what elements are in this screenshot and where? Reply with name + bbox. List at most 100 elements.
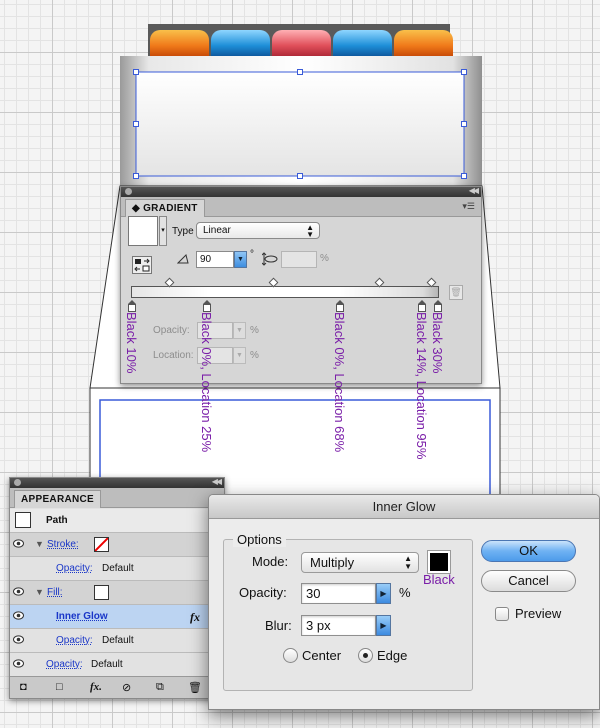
gradient-swatch-menu[interactable]: ▾	[159, 216, 167, 246]
inner-glow-dialog: Inner Glow Options Mode: Multiply ▲ ▼ Bla…	[208, 494, 600, 710]
blur-input[interactable]: 3 px	[301, 615, 376, 636]
opacity-input[interactable]: 30	[301, 583, 376, 604]
gradient-stop-3[interactable]	[336, 300, 344, 312]
stop-opacity-dropdown[interactable]: ▼	[233, 322, 246, 339]
preview-label[interactable]: Preview	[515, 606, 561, 621]
eye-icon[interactable]	[13, 611, 24, 620]
eye-icon[interactable]	[13, 587, 24, 596]
trash-icon[interactable]: 🗑	[188, 681, 202, 694]
gradient-swatch[interactable]	[128, 216, 158, 246]
angle-value: 90	[200, 254, 212, 265]
gradient-type-value: Linear	[203, 225, 231, 236]
close-panel-icon[interactable]	[125, 188, 132, 195]
gradient-type-select[interactable]: Linear ▲ ▼	[196, 222, 320, 239]
panel-menu-icon[interactable]: ▾☰	[462, 201, 475, 212]
fill-row[interactable]: ▼ Fill:	[10, 581, 224, 605]
fill-opacity-row[interactable]: Opacity: Default	[10, 629, 224, 653]
selection-handle-mr[interactable]	[461, 121, 467, 127]
collapse-panel-icon[interactable]: ◀◀	[469, 186, 479, 195]
stop-location-dropdown[interactable]: ▼	[233, 347, 246, 364]
mode-label: Mode:	[252, 554, 289, 569]
color-tab-orange	[150, 30, 209, 56]
selection-handle-ml[interactable]	[133, 121, 139, 127]
object-opacity-row[interactable]: Opacity: Default	[10, 653, 224, 677]
close-panel-icon[interactable]	[14, 479, 21, 486]
disclosure-triangle-icon[interactable]: ▼	[35, 587, 44, 597]
object-opacity-value: Default	[91, 659, 123, 670]
object-name: Path	[46, 515, 68, 526]
fill-opacity-label[interactable]: Opacity:	[56, 635, 93, 646]
add-new-stroke-icon[interactable]: ◘	[20, 681, 27, 693]
selection-handle-bm[interactable]	[297, 173, 303, 179]
ok-button[interactable]: OK	[481, 540, 576, 562]
inner-glow-row[interactable]: Inner Glow fx	[10, 605, 224, 629]
angle-icon	[177, 254, 189, 264]
eye-icon[interactable]	[13, 635, 24, 644]
inner-glow-label[interactable]: Inner Glow	[56, 611, 108, 622]
gradient-stop-2[interactable]	[203, 300, 211, 312]
disclosure-triangle-icon[interactable]: ▼	[35, 539, 44, 549]
blur-dropdown[interactable]: ▶	[376, 615, 391, 636]
glow-color-swatch[interactable]	[427, 550, 451, 574]
fill-swatch[interactable]	[94, 585, 109, 600]
edge-radio[interactable]	[358, 648, 373, 663]
fx-icon[interactable]: fx	[190, 610, 200, 625]
stroke-opacity-label[interactable]: Opacity:	[56, 563, 93, 574]
collapse-panel-icon[interactable]: ◀◀	[212, 477, 222, 486]
angle-dropdown[interactable]: ▼	[234, 251, 247, 268]
eye-icon[interactable]	[13, 539, 24, 548]
color-annotation: Black	[423, 572, 455, 587]
stroke-opacity-row[interactable]: Opacity: Default	[10, 557, 224, 581]
color-tab-blue-2	[333, 30, 392, 56]
tab-appearance[interactable]: APPEARANCE	[14, 490, 102, 508]
aspect-ratio-input[interactable]	[281, 251, 317, 268]
gradient-stop-5[interactable]	[434, 300, 442, 312]
mode-select[interactable]: Multiply ▲ ▼	[301, 552, 419, 573]
color-tab-red	[272, 30, 331, 56]
opacity-label: Opacity:	[239, 585, 287, 600]
dialog-title[interactable]: Inner Glow	[209, 495, 599, 519]
object-thumbnail	[15, 512, 31, 528]
stop-annotation-1: Black 10%	[124, 312, 139, 374]
stroke-row[interactable]: ▼ Stroke:	[10, 533, 224, 557]
opacity-dropdown[interactable]: ▶	[376, 583, 391, 604]
color-tab-blue	[211, 30, 270, 56]
appearance-panel-titlebar[interactable]: ◀◀	[10, 477, 224, 488]
clear-icon[interactable]: ⊘	[122, 681, 131, 694]
center-label[interactable]: Center	[302, 648, 341, 663]
stop-annotation-2: Black 0%, Location 25%	[199, 312, 214, 453]
duplicate-icon[interactable]: ⧉	[156, 681, 164, 694]
no-color-icon[interactable]	[94, 537, 109, 552]
gradient-slider-bar[interactable]	[131, 286, 439, 298]
delete-stop-icon[interactable]: 🗑	[449, 285, 463, 300]
stop-annotation-3: Black 0%, Location 68%	[332, 312, 347, 453]
stroke-opacity-value: Default	[102, 563, 134, 574]
selection-handle-br[interactable]	[461, 173, 467, 179]
opacity-value: 30	[306, 586, 321, 601]
reverse-gradient-icon[interactable]	[132, 256, 152, 274]
eye-icon[interactable]	[13, 659, 24, 668]
object-opacity-label[interactable]: Opacity:	[46, 659, 83, 670]
fill-label[interactable]: Fill:	[47, 587, 63, 598]
gradient-stop-1[interactable]	[128, 300, 136, 312]
fx-menu-icon[interactable]: fx.	[90, 681, 102, 693]
stop-annotation-4: Black 14%, Location 95%	[414, 312, 429, 460]
preview-checkbox[interactable]	[495, 607, 509, 621]
stroke-label[interactable]: Stroke:	[47, 539, 79, 550]
options-legend: Options	[233, 532, 286, 547]
blur-value: 3 px	[306, 618, 331, 633]
gradient-panel-titlebar[interactable]: ◀◀	[121, 186, 481, 197]
tab-gradient-label: GRADIENT	[143, 203, 198, 214]
center-radio[interactable]	[283, 648, 298, 663]
selection-handle-bl[interactable]	[133, 173, 139, 179]
selection-handle-tl[interactable]	[133, 69, 139, 75]
selection-handle-tr[interactable]	[461, 69, 467, 75]
edge-label[interactable]: Edge	[377, 648, 407, 663]
gradient-stop-4[interactable]	[418, 300, 426, 312]
appearance-panel: ◀◀ APPEARANCE Path ▼ Stroke: Opacity: De…	[9, 477, 225, 699]
add-new-fill-icon[interactable]: □	[56, 681, 63, 693]
angle-input[interactable]: 90	[196, 251, 234, 268]
cancel-button[interactable]: Cancel	[481, 570, 576, 592]
tab-gradient[interactable]: ◆ GRADIENT	[125, 199, 205, 217]
selection-handle-tm[interactable]	[297, 69, 303, 75]
